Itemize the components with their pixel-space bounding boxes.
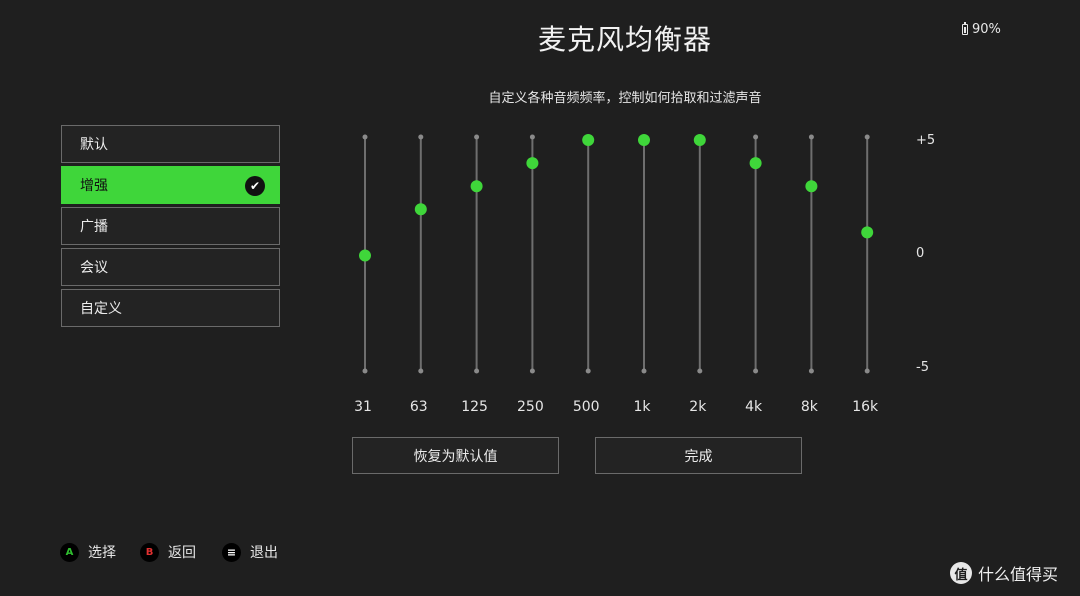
track-end-dot (585, 368, 591, 374)
slider-knob[interactable] (749, 157, 762, 170)
slider-knob[interactable] (359, 249, 371, 262)
hint-label: 选择 (88, 545, 116, 561)
track-end-dot (808, 368, 814, 374)
frequency-label: 4k (745, 399, 763, 415)
track-end-dot (864, 368, 870, 374)
track-end-dot (529, 134, 535, 140)
hint-label: 返回 (168, 545, 196, 561)
slider-knob[interactable] (805, 180, 818, 193)
slider-knob[interactable] (414, 203, 427, 216)
eq-slider-2k[interactable] (693, 134, 706, 374)
frequency-label: 16k (852, 399, 879, 415)
track-end-dot (474, 134, 480, 140)
slider-knob[interactable] (638, 134, 650, 146)
track-end-dot (753, 368, 759, 374)
scale-mid-label: 0 (916, 246, 925, 261)
frequency-label: 2k (689, 399, 707, 415)
frequency-label: 63 (409, 399, 428, 415)
eq-slider-63[interactable] (414, 134, 427, 374)
equalizer (0, 0, 1080, 596)
hint-select: A 选择 (60, 542, 116, 562)
track-end-dot (697, 368, 703, 374)
equalizer-sliders (359, 134, 874, 374)
track-end-dot (753, 134, 759, 140)
frequency-label: 250 (517, 399, 544, 415)
hint-exit: ≡ 退出 (222, 542, 278, 562)
track-end-dot (362, 368, 368, 374)
b-button-icon: B (140, 542, 159, 562)
eq-slider-500[interactable] (582, 134, 595, 374)
eq-slider-125[interactable] (470, 134, 483, 374)
eq-slider-8k[interactable] (805, 134, 818, 374)
track-end-dot (864, 134, 870, 140)
slider-knob[interactable] (861, 226, 874, 239)
eq-slider-16k[interactable] (861, 134, 874, 374)
reset-defaults-button[interactable]: 恢复为默认值 (352, 437, 559, 474)
scale-min-label: -5 (916, 360, 929, 375)
frequency-label: 1k (633, 399, 651, 415)
eq-slider-1k[interactable] (638, 134, 650, 374)
track-end-dot (418, 368, 424, 374)
scale-max-label: +5 (916, 133, 936, 148)
track-end-dot (418, 134, 424, 140)
track-end-dot (641, 368, 647, 374)
track-end-dot (474, 368, 480, 374)
frequency-label: 31 (354, 399, 372, 415)
frequency-label: 125 (461, 399, 488, 415)
smzdm-logo-icon: 值 (950, 562, 972, 584)
eq-slider-31[interactable] (359, 134, 371, 374)
slider-knob[interactable] (526, 157, 539, 170)
menu-button-icon: ≡ (222, 542, 241, 562)
hint-label: 退出 (250, 545, 278, 561)
slider-knob[interactable] (582, 134, 595, 146)
done-button[interactable]: 完成 (595, 437, 802, 474)
frequency-label: 8k (800, 399, 818, 415)
track-end-dot (529, 368, 535, 374)
track-end-dot (808, 134, 814, 140)
slider-knob[interactable] (470, 180, 483, 193)
watermark-text: 什么值得买 (978, 565, 1059, 584)
hint-back: B 返回 (140, 542, 196, 562)
frequency-label: 500 (572, 399, 600, 415)
track-end-dot (362, 134, 368, 140)
slider-knob[interactable] (693, 134, 706, 146)
eq-slider-4k[interactable] (749, 134, 762, 374)
watermark: 值 什么值得买 (950, 561, 1058, 585)
eq-slider-250[interactable] (526, 134, 539, 374)
a-button-icon: A (60, 542, 79, 562)
